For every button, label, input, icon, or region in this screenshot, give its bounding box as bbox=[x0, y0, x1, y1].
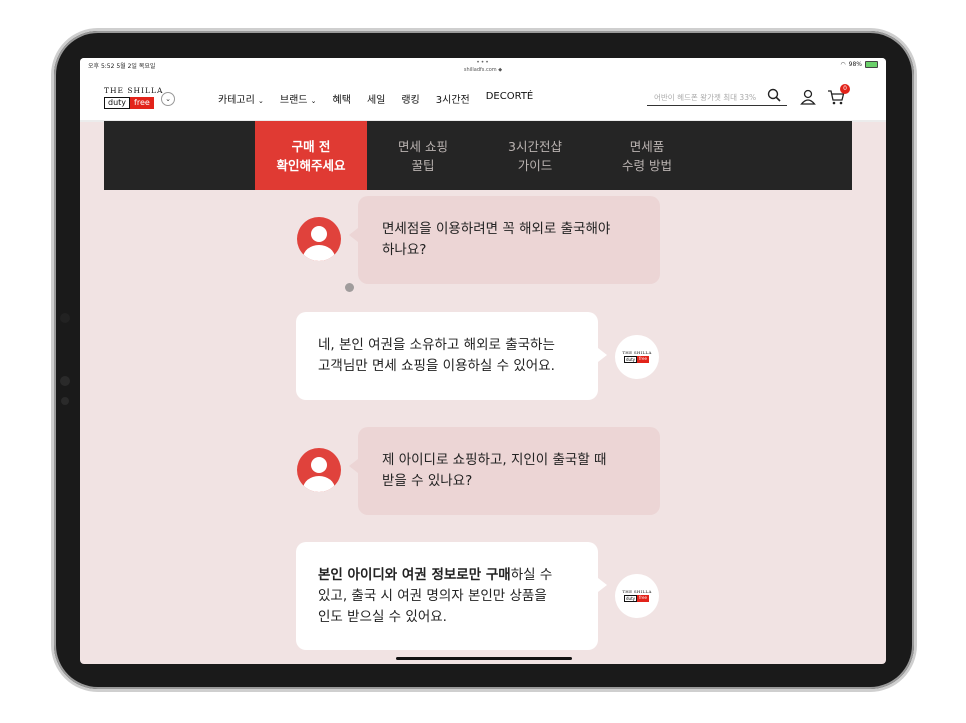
chevron-down-icon[interactable]: ⌄ bbox=[161, 92, 175, 106]
status-right: ◠ 98% bbox=[840, 61, 878, 68]
wifi-icon: ◠ bbox=[840, 61, 846, 68]
chevron-down-icon: ⌄ bbox=[310, 97, 317, 105]
nav-sale[interactable]: 세일 bbox=[367, 91, 385, 106]
chevron-down-icon: ⌄ bbox=[258, 97, 264, 105]
nav-3hours[interactable]: 3시간전 bbox=[436, 91, 470, 106]
shilla-avatar: THE SHILLA duty free bbox=[615, 335, 659, 379]
search-placeholder: 어반이 헤드폰 왕가젯 최대 33% bbox=[654, 93, 757, 102]
side-button bbox=[60, 376, 70, 386]
user-avatar bbox=[297, 217, 341, 261]
shilla-logo[interactable]: THE SHILLA duty free bbox=[104, 86, 163, 109]
url-bar[interactable]: shilladfs.com ◆ bbox=[80, 67, 886, 73]
home-indicator[interactable] bbox=[396, 657, 572, 660]
battery-icon bbox=[865, 61, 878, 68]
search-input[interactable]: 어반이 헤드폰 왕가젯 최대 33% bbox=[647, 89, 787, 106]
tab-pickup-method[interactable]: 면세품 수령 방법 bbox=[591, 121, 703, 190]
camera-dot bbox=[60, 313, 70, 323]
battery-percent: 98% bbox=[848, 61, 862, 68]
answer-bubble: 본인 아이디와 여권 정보로만 구매하실 수 있고, 출국 시 여권 명의자 본… bbox=[296, 542, 607, 650]
logo-wordmark: THE SHILLA bbox=[104, 86, 164, 95]
nav-ranking[interactable]: 랭킹 bbox=[401, 91, 419, 106]
main-nav: 카테고리 ⌄ 브랜드 ⌄ 혜택 세일 랭킹 3시간전 DECORTÉ bbox=[218, 91, 549, 106]
nav-decorte[interactable]: DECORTÉ bbox=[486, 91, 534, 106]
tab-3hour-shop-guide[interactable]: 3시간전샵 가이드 bbox=[479, 121, 591, 190]
question-bubble: 제 아이디로 쇼핑하고, 지인이 출국할 때 받을 수 있나요? bbox=[349, 427, 660, 515]
tab-shopping-tips[interactable]: 면세 쇼핑 꿀팁 bbox=[367, 121, 479, 190]
site-header: THE SHILLA duty free ⌄ 카테고리 ⌄ 브랜드 ⌄ 혜택 세… bbox=[80, 76, 886, 122]
status-bar: 오후 5:52 5월 2일 목요일 ••• shilladfs.com ◆ ◠ … bbox=[80, 58, 886, 76]
guide-tabs: 구매 전 확인해주세요 면세 쇼핑 꿀팁 3시간전샵 가이드 면세품 수령 방법 bbox=[104, 121, 852, 190]
shilla-avatar: THE SHILLA duty free bbox=[615, 574, 659, 618]
screen: 오후 5:52 5월 2일 목요일 ••• shilladfs.com ◆ ◠ … bbox=[80, 58, 886, 664]
lock-icon: ◆ bbox=[498, 67, 503, 73]
nav-benefit[interactable]: 혜택 bbox=[333, 91, 351, 106]
cart-count-badge: 0 bbox=[840, 84, 850, 94]
faq-chat: 면세점을 이용하려면 꼭 해외로 출국해야 하나요? 네, 본인 여권을 소유하고… bbox=[80, 190, 886, 664]
scroll-dot bbox=[345, 283, 354, 292]
side-button bbox=[61, 397, 69, 405]
search-icon[interactable] bbox=[767, 88, 781, 102]
question-bubble: 면세점을 이용하려면 꼭 해외로 출국해야 하나요? bbox=[349, 196, 660, 284]
user-icon[interactable] bbox=[800, 89, 816, 105]
logo-free: free bbox=[130, 97, 154, 109]
nav-brand[interactable]: 브랜드 ⌄ bbox=[280, 91, 317, 106]
user-avatar bbox=[297, 448, 341, 492]
tab-before-purchase[interactable]: 구매 전 확인해주세요 bbox=[255, 121, 367, 190]
tab-dots[interactable]: ••• bbox=[80, 59, 886, 66]
nav-category[interactable]: 카테고리 ⌄ bbox=[218, 91, 264, 106]
logo-duty: duty bbox=[104, 97, 131, 109]
answer-bubble: 네, 본인 여권을 소유하고 해외로 출국하는 고객님만 면세 쇼핑을 이용하실 … bbox=[296, 312, 607, 400]
